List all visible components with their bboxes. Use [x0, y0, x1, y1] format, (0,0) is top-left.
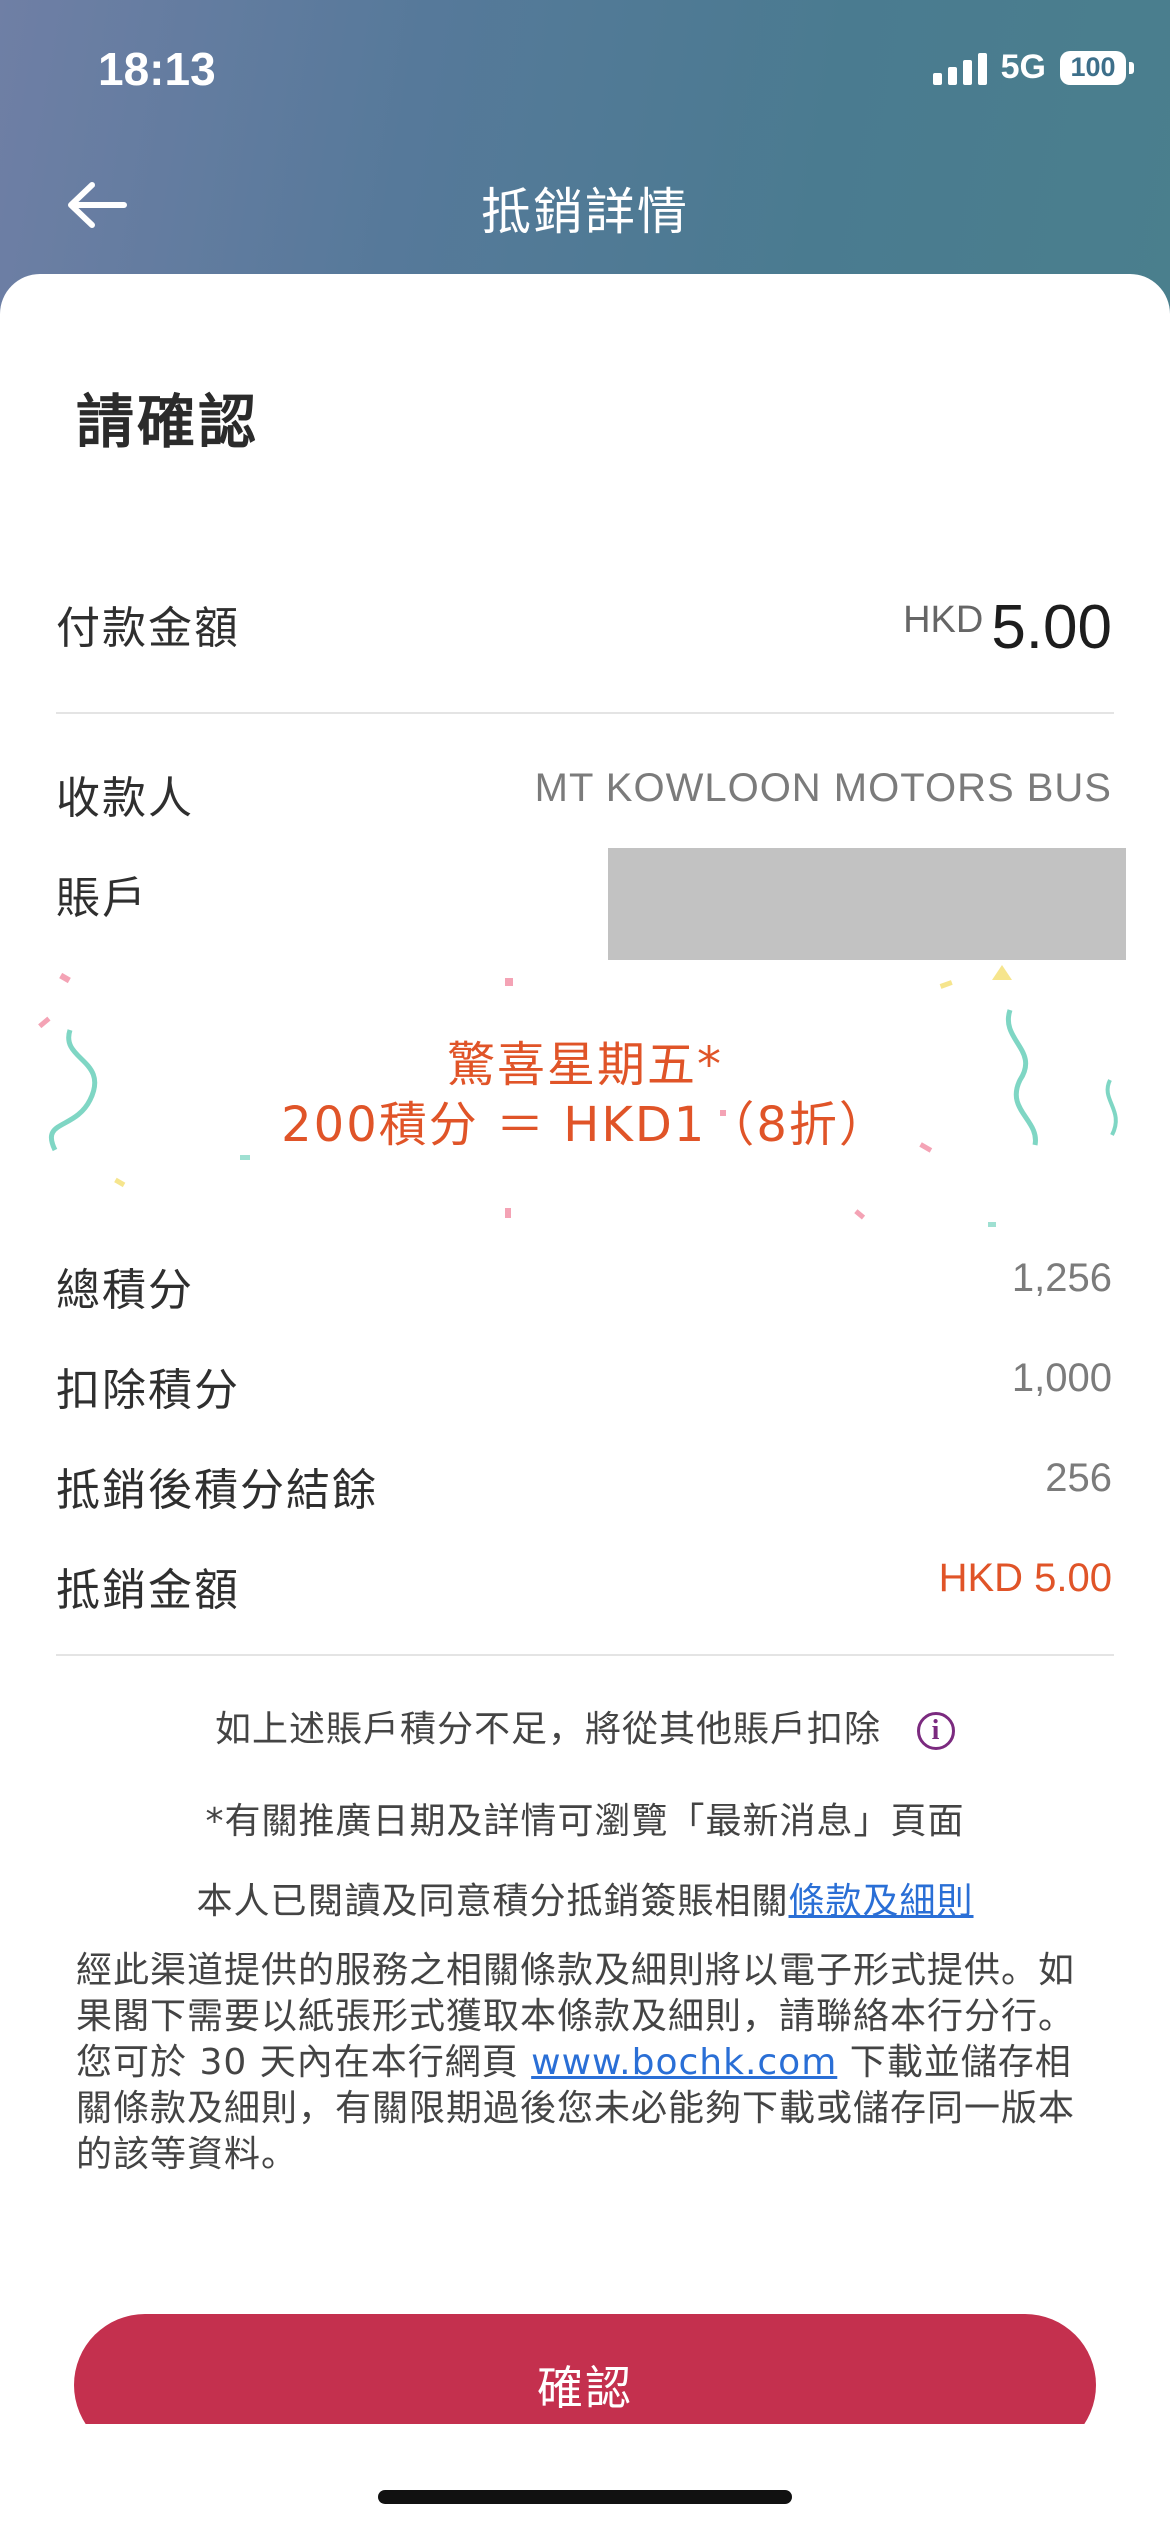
status-time: 18:13	[98, 43, 216, 95]
promo-details-note: *有關推廣日期及詳情可瀏覽「最新消息」頁面	[205, 1801, 965, 1842]
signal-icon	[932, 51, 987, 85]
account-label: 賬戶	[56, 873, 148, 924]
terms-text-2: 您可於 30 天內在本行網頁 www.bochk.com 下載並儲存相關條款及細…	[76, 2040, 1096, 2178]
deducted-points-value: 1,000	[1011, 1356, 1112, 1400]
total-points-value: 1,256	[1011, 1256, 1112, 1300]
network-type: 5G	[1000, 48, 1046, 86]
payee-value: MT KOWLOON MOTORS BUS	[534, 766, 1112, 810]
account-redacted	[608, 848, 1126, 960]
remaining-points-value: 256	[1045, 1456, 1112, 1500]
payment-amount-label: 付款金額	[56, 603, 240, 654]
deducted-points-label: 扣除積分	[56, 1365, 240, 1416]
insufficient-points-note: 如上述賬戶積分不足，將從其他賬戶扣除 i	[0, 1700, 1170, 1752]
payee-label: 收款人	[56, 773, 194, 824]
agreement-note: 本人已閱讀及同意積分抵銷簽賬相關條款及細則	[0, 1872, 1170, 1924]
terms-link[interactable]: 條款及細則	[789, 1881, 974, 1922]
promo-rate: 200積分 ＝ HKD1（8折）	[281, 1097, 889, 1153]
payment-amount: HKD 5.00	[903, 592, 1112, 663]
home-indicator[interactable]	[378, 2490, 792, 2504]
divider	[56, 1654, 1114, 1656]
terms-paragraph: 經此渠道提供的服務之相關條款及細則將以電子形式提供。如果閣下需要以紙張形式獲取本…	[76, 1948, 1096, 2178]
bochk-website-link[interactable]: www.bochk.com	[531, 2042, 837, 2083]
terms-text-1: 經此渠道提供的服務之相關條款及細則將以電子形式提供。如果閣下需要以紙張形式獲取本…	[76, 1950, 1076, 2037]
payment-amount-value: 5.00	[991, 593, 1112, 662]
battery-icon: 100	[1060, 50, 1134, 85]
divider	[56, 712, 1114, 714]
total-points-label: 總積分	[56, 1265, 194, 1316]
offset-amount-label: 抵銷金額	[56, 1565, 240, 1616]
info-icon[interactable]: i	[917, 1712, 955, 1750]
remaining-points-label: 抵銷後積分結餘	[56, 1465, 378, 1516]
agreement-text: 本人已閱讀及同意積分抵銷簽賬相關	[196, 1881, 789, 1922]
page-title: 抵銷詳情	[481, 183, 689, 241]
terms-text-2-prefix: 您可於 30 天內在本行網頁	[76, 2042, 532, 2083]
confirm-heading: 請確認	[76, 388, 260, 456]
battery-level: 100	[1070, 52, 1116, 82]
offset-amount-value: HKD 5.00	[938, 1556, 1112, 1600]
payment-currency: HKD	[903, 599, 984, 641]
status-indicators: 5G 100	[932, 48, 1134, 87]
promo-banner: 驚喜星期五* 200積分 ＝ HKD1（8折）	[0, 960, 1170, 1230]
bottom-safe-area	[0, 2424, 1170, 2532]
confirm-button-label: 確認	[537, 2361, 633, 2415]
insufficient-points-text: 如上述賬戶積分不足，將從其他賬戶扣除	[214, 1709, 881, 1750]
